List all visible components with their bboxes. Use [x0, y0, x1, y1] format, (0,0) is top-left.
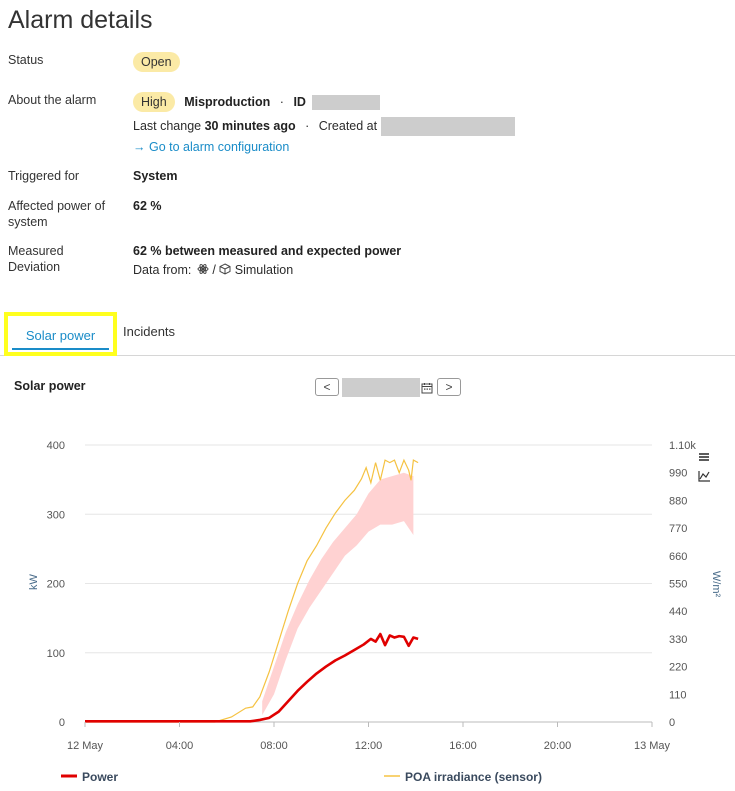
deviation-label: Measured Deviation [8, 244, 64, 274]
series-power [85, 632, 419, 723]
y-right-tick: 990 [669, 468, 687, 480]
x-tick-label: 16:00 [449, 740, 477, 752]
tab-solar-power[interactable]: Solar power [4, 312, 117, 356]
y-axis-left-label: kW [28, 573, 40, 590]
sensor-icon [197, 263, 209, 279]
triggered-row: Triggered for System [8, 168, 728, 188]
triggered-label: Triggered for [8, 169, 80, 183]
deviation-row: Measured Deviation 62 % between measured… [8, 243, 728, 279]
x-tick-label: 08:00 [260, 740, 288, 752]
data-from-label: Data from: [133, 263, 192, 277]
y-right-tick: 660 [669, 551, 687, 563]
affected-value: 62 % [133, 199, 162, 213]
data-from-separator: / [212, 263, 216, 277]
last-change-value: 30 minutes ago [204, 118, 296, 133]
severity-badge: High [133, 92, 175, 112]
data-from: Data from: / Simulation [133, 262, 293, 279]
tab-bar: Solar power Incidents [0, 312, 735, 356]
y-axis-right-label: W/m² [710, 571, 722, 598]
separator-dot: · [279, 95, 284, 109]
page-title: Alarm details [8, 6, 153, 34]
status-badge: Open [133, 52, 180, 72]
y-right-tick: 440 [669, 606, 687, 618]
about-row: About the alarm High Misproduction · ID … [8, 92, 728, 162]
y-left-tick: 400 [47, 440, 65, 452]
last-change-label: Last change [133, 118, 202, 133]
y-left-tick: 0 [59, 717, 65, 729]
data-from-simulation: Simulation [234, 263, 294, 277]
id-label: ID [293, 95, 306, 109]
created-label: Created at [318, 118, 378, 133]
y-right-tick: 880 [669, 495, 687, 507]
y-right-tick: 0 [669, 717, 675, 729]
x-tick-label: 12:00 [355, 740, 383, 752]
legend-poa[interactable]: POA irradiance (sensor) [405, 770, 542, 784]
separator-dot: · [305, 118, 310, 133]
y-left-tick: 100 [47, 648, 65, 660]
y-left-tick: 300 [47, 509, 65, 521]
redacted-id [312, 95, 381, 111]
triggered-value: System [133, 169, 178, 183]
active-tab-indicator [12, 348, 109, 350]
deviation-value: 62 % between measured and expected power [133, 244, 402, 258]
affected-label: Affected power of system [8, 199, 106, 229]
cube-icon [219, 263, 231, 279]
y-right-tick: 330 [669, 634, 687, 646]
y-right-tick: 770 [669, 523, 687, 535]
affected-row: Affected power of system 62 % [8, 198, 728, 232]
menu-icon[interactable] [699, 453, 709, 461]
alarm-config-link[interactable]: → Go to alarm configuration [133, 140, 289, 154]
status-row: Status Open [8, 52, 728, 72]
y-right-tick: 550 [669, 579, 687, 591]
solar-power-chart: 0 100 200 300 400 0 110 220 330 440 550 660 770 880 9… [28, 440, 722, 784]
redacted-created-date [380, 117, 515, 136]
y-right-tick: 110 [669, 689, 687, 701]
tab-incidents[interactable]: Incidents [123, 312, 175, 356]
about-label: About the alarm [8, 93, 97, 107]
chart-type-icon[interactable] [698, 471, 710, 482]
y-right-tick: 220 [669, 662, 687, 674]
legend-power[interactable]: Power [82, 770, 118, 784]
x-tick-label: 13 May [634, 740, 671, 752]
y-left-tick: 200 [47, 579, 65, 591]
x-tick-label: 12 May [67, 740, 104, 752]
status-label: Status [8, 53, 44, 67]
x-tick-label: 20:00 [544, 740, 572, 752]
tab-solar-power-label: Solar power [25, 328, 96, 343]
alarm-type: Misproduction [184, 95, 271, 109]
x-tick-label: 04:00 [166, 740, 194, 752]
y-right-tick: 1.10k [669, 440, 696, 452]
